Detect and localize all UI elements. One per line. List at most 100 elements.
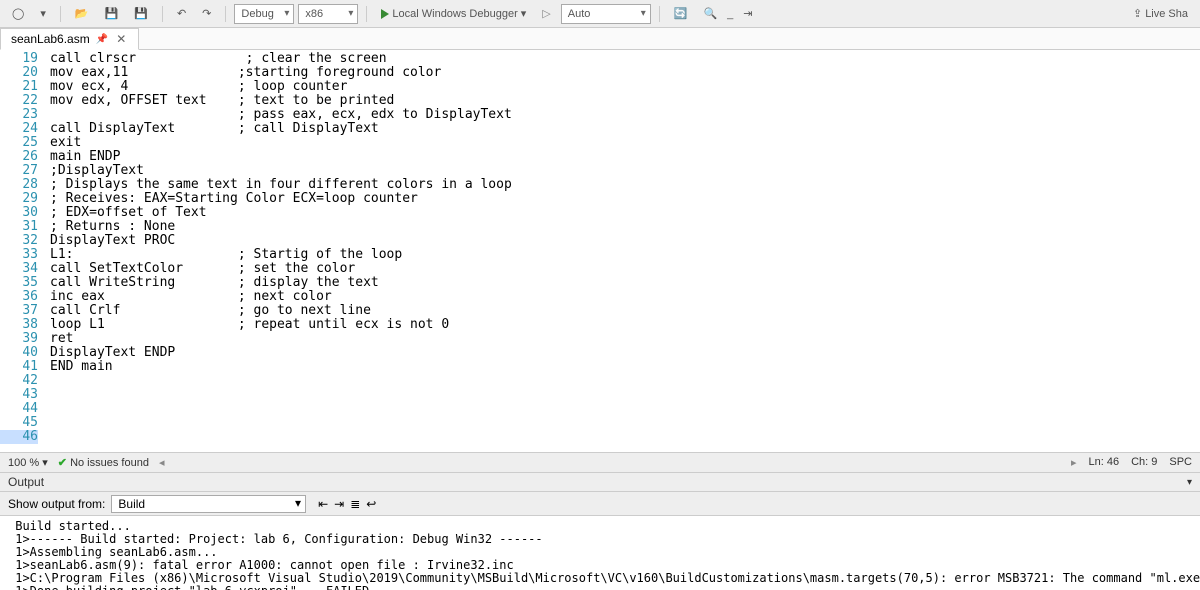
open-file-icon[interactable]: 📂 <box>69 5 95 22</box>
output-text[interactable]: Build started... 1>------ Build started:… <box>0 516 1200 590</box>
line-number: 41 <box>0 360 38 374</box>
line-indicator: Ln: 46 <box>1088 456 1119 469</box>
mode-dropdown[interactable]: Auto <box>561 4 651 24</box>
pin-icon[interactable]: 📌 <box>96 34 108 45</box>
line-number-gutter: 1920212223242526272829303132333435363738… <box>0 50 44 452</box>
whitespace-mode[interactable]: SPC <box>1169 456 1192 469</box>
line-number: 33 <box>0 248 38 262</box>
code-editor[interactable]: 1920212223242526272829303132333435363738… <box>0 50 1200 452</box>
line-number: 31 <box>0 220 38 234</box>
output-panel-title[interactable]: Output ▾ <box>0 472 1200 492</box>
separator <box>366 6 367 22</box>
line-number: 29 <box>0 192 38 206</box>
clear-icon[interactable]: ≣ <box>350 497 360 511</box>
platform-dropdown[interactable]: x86 <box>298 4 358 24</box>
start-without-debug-icon[interactable]: ▷ <box>536 5 556 22</box>
nav-fwd-button[interactable]: ▾ <box>34 5 52 22</box>
code-line[interactable]: ; EDX=offset of Text <box>50 206 1200 220</box>
line-number: 22 <box>0 94 38 108</box>
save-all-icon[interactable]: 💾 <box>128 5 154 22</box>
zoom-dropdown[interactable]: 100 % ▾ <box>8 456 48 469</box>
code-line[interactable]: L1: ; Startig of the loop <box>50 248 1200 262</box>
line-number: 30 <box>0 206 38 220</box>
step-icon[interactable]: ⇥ <box>737 5 758 22</box>
output-source-dropdown[interactable]: Build <box>111 495 306 513</box>
play-icon <box>381 9 389 19</box>
tab-filename: seanLab6.asm <box>11 32 90 46</box>
code-line[interactable]: call DisplayText ; call DisplayText <box>50 122 1200 136</box>
scroll-right-icon[interactable]: ▸ <box>1071 456 1077 469</box>
editor-status-bar: 100 % ▾ ✔ No issues found ◂ ▸ Ln: 46 Ch:… <box>0 452 1200 472</box>
separator <box>659 6 660 22</box>
code-line[interactable]: mov edx, OFFSET text ; text to be printe… <box>50 94 1200 108</box>
line-number: 34 <box>0 262 38 276</box>
line-number: 40 <box>0 346 38 360</box>
find-icon[interactable]: 🔍 <box>697 5 723 22</box>
code-line[interactable]: call WriteString ; display the text <box>50 276 1200 290</box>
code-line[interactable]: exit <box>50 136 1200 150</box>
line-number: 35 <box>0 276 38 290</box>
line-number: 43 <box>0 388 38 402</box>
output-from-label: Show output from: <box>8 497 105 511</box>
live-share-button[interactable]: ⇪ Live Sha <box>1127 5 1194 22</box>
share-icon: ⇪ <box>1133 7 1142 20</box>
code-line[interactable]: main ENDP <box>50 150 1200 164</box>
code-line[interactable]: mov ecx, 4 ; loop counter <box>50 80 1200 94</box>
code-line[interactable]: call Crlf ; go to next line <box>50 304 1200 318</box>
line-number: 21 <box>0 80 38 94</box>
line-number: 46 <box>0 430 38 444</box>
code-content[interactable]: call clrscr ; clear the screenmov eax,11… <box>44 50 1200 452</box>
live-share-label: Live Sha <box>1145 8 1188 20</box>
line-number: 23 <box>0 108 38 122</box>
line-number: 19 <box>0 52 38 66</box>
code-line[interactable]: ; Returns : None <box>50 220 1200 234</box>
output-toolbar: Show output from: Build ⇤ ⇥ ≣ ↩ <box>0 492 1200 516</box>
toggle-wordwrap-icon[interactable]: ↩ <box>366 497 376 511</box>
code-line[interactable]: ; Receives: EAX=Starting Color ECX=loop … <box>50 192 1200 206</box>
code-line[interactable]: END main <box>50 360 1200 374</box>
line-number: 36 <box>0 290 38 304</box>
code-line[interactable]: inc eax ; next color <box>50 290 1200 304</box>
line-number: 24 <box>0 122 38 136</box>
goto-next-icon[interactable]: ⇥ <box>334 497 344 511</box>
line-number: 39 <box>0 332 38 346</box>
goto-prev-icon[interactable]: ⇤ <box>318 497 328 511</box>
start-debug-button[interactable]: Local Windows Debugger ▾ <box>375 5 532 22</box>
debugger-label: Local Windows Debugger <box>392 8 517 20</box>
document-tab[interactable]: seanLab6.asm 📌 ✕ <box>0 28 139 50</box>
code-line[interactable]: ; pass eax, ecx, edx to DisplayText <box>50 108 1200 122</box>
code-line[interactable]: mov eax,11 ;starting foreground color <box>50 66 1200 80</box>
line-number: 42 <box>0 374 38 388</box>
line-number: 38 <box>0 318 38 332</box>
code-line[interactable]: DisplayText PROC <box>50 234 1200 248</box>
redo-icon[interactable]: ↷ <box>196 5 217 22</box>
save-icon[interactable]: 💾 <box>99 5 125 22</box>
line-number: 25 <box>0 136 38 150</box>
code-line[interactable]: ; Displays the same text in four differe… <box>50 178 1200 192</box>
line-number: 44 <box>0 402 38 416</box>
separator <box>225 6 226 22</box>
code-line[interactable]: ;DisplayText <box>50 164 1200 178</box>
main-toolbar: ◯ ▾ 📂 💾 💾 ↶ ↷ Debug x86 Local Windows De… <box>0 0 1200 28</box>
code-line[interactable]: loop L1 ; repeat until ecx is not 0 <box>50 318 1200 332</box>
code-line[interactable]: call SetTextColor ; set the color <box>50 262 1200 276</box>
code-line[interactable]: ret <box>50 332 1200 346</box>
line-number: 45 <box>0 416 38 430</box>
nav-back-button[interactable]: ◯ <box>6 5 30 22</box>
line-number: 26 <box>0 150 38 164</box>
code-line[interactable]: call clrscr ; clear the screen <box>50 52 1200 66</box>
toolbar-extra: _ <box>727 8 733 20</box>
close-icon[interactable]: ✕ <box>114 32 128 46</box>
chevron-down-icon[interactable]: ▾ <box>1187 477 1192 488</box>
separator <box>60 6 61 22</box>
sync-icon[interactable]: 🔄 <box>668 5 694 22</box>
config-dropdown[interactable]: Debug <box>234 4 294 24</box>
undo-icon[interactable]: ↶ <box>171 5 192 22</box>
code-line[interactable]: DisplayText ENDP <box>50 346 1200 360</box>
scroll-left-icon[interactable]: ◂ <box>159 456 165 469</box>
document-tab-bar: seanLab6.asm 📌 ✕ <box>0 28 1200 50</box>
line-number: 37 <box>0 304 38 318</box>
check-icon: ✔ <box>58 457 67 469</box>
issues-status[interactable]: ✔ No issues found <box>58 456 149 469</box>
line-number: 20 <box>0 66 38 80</box>
